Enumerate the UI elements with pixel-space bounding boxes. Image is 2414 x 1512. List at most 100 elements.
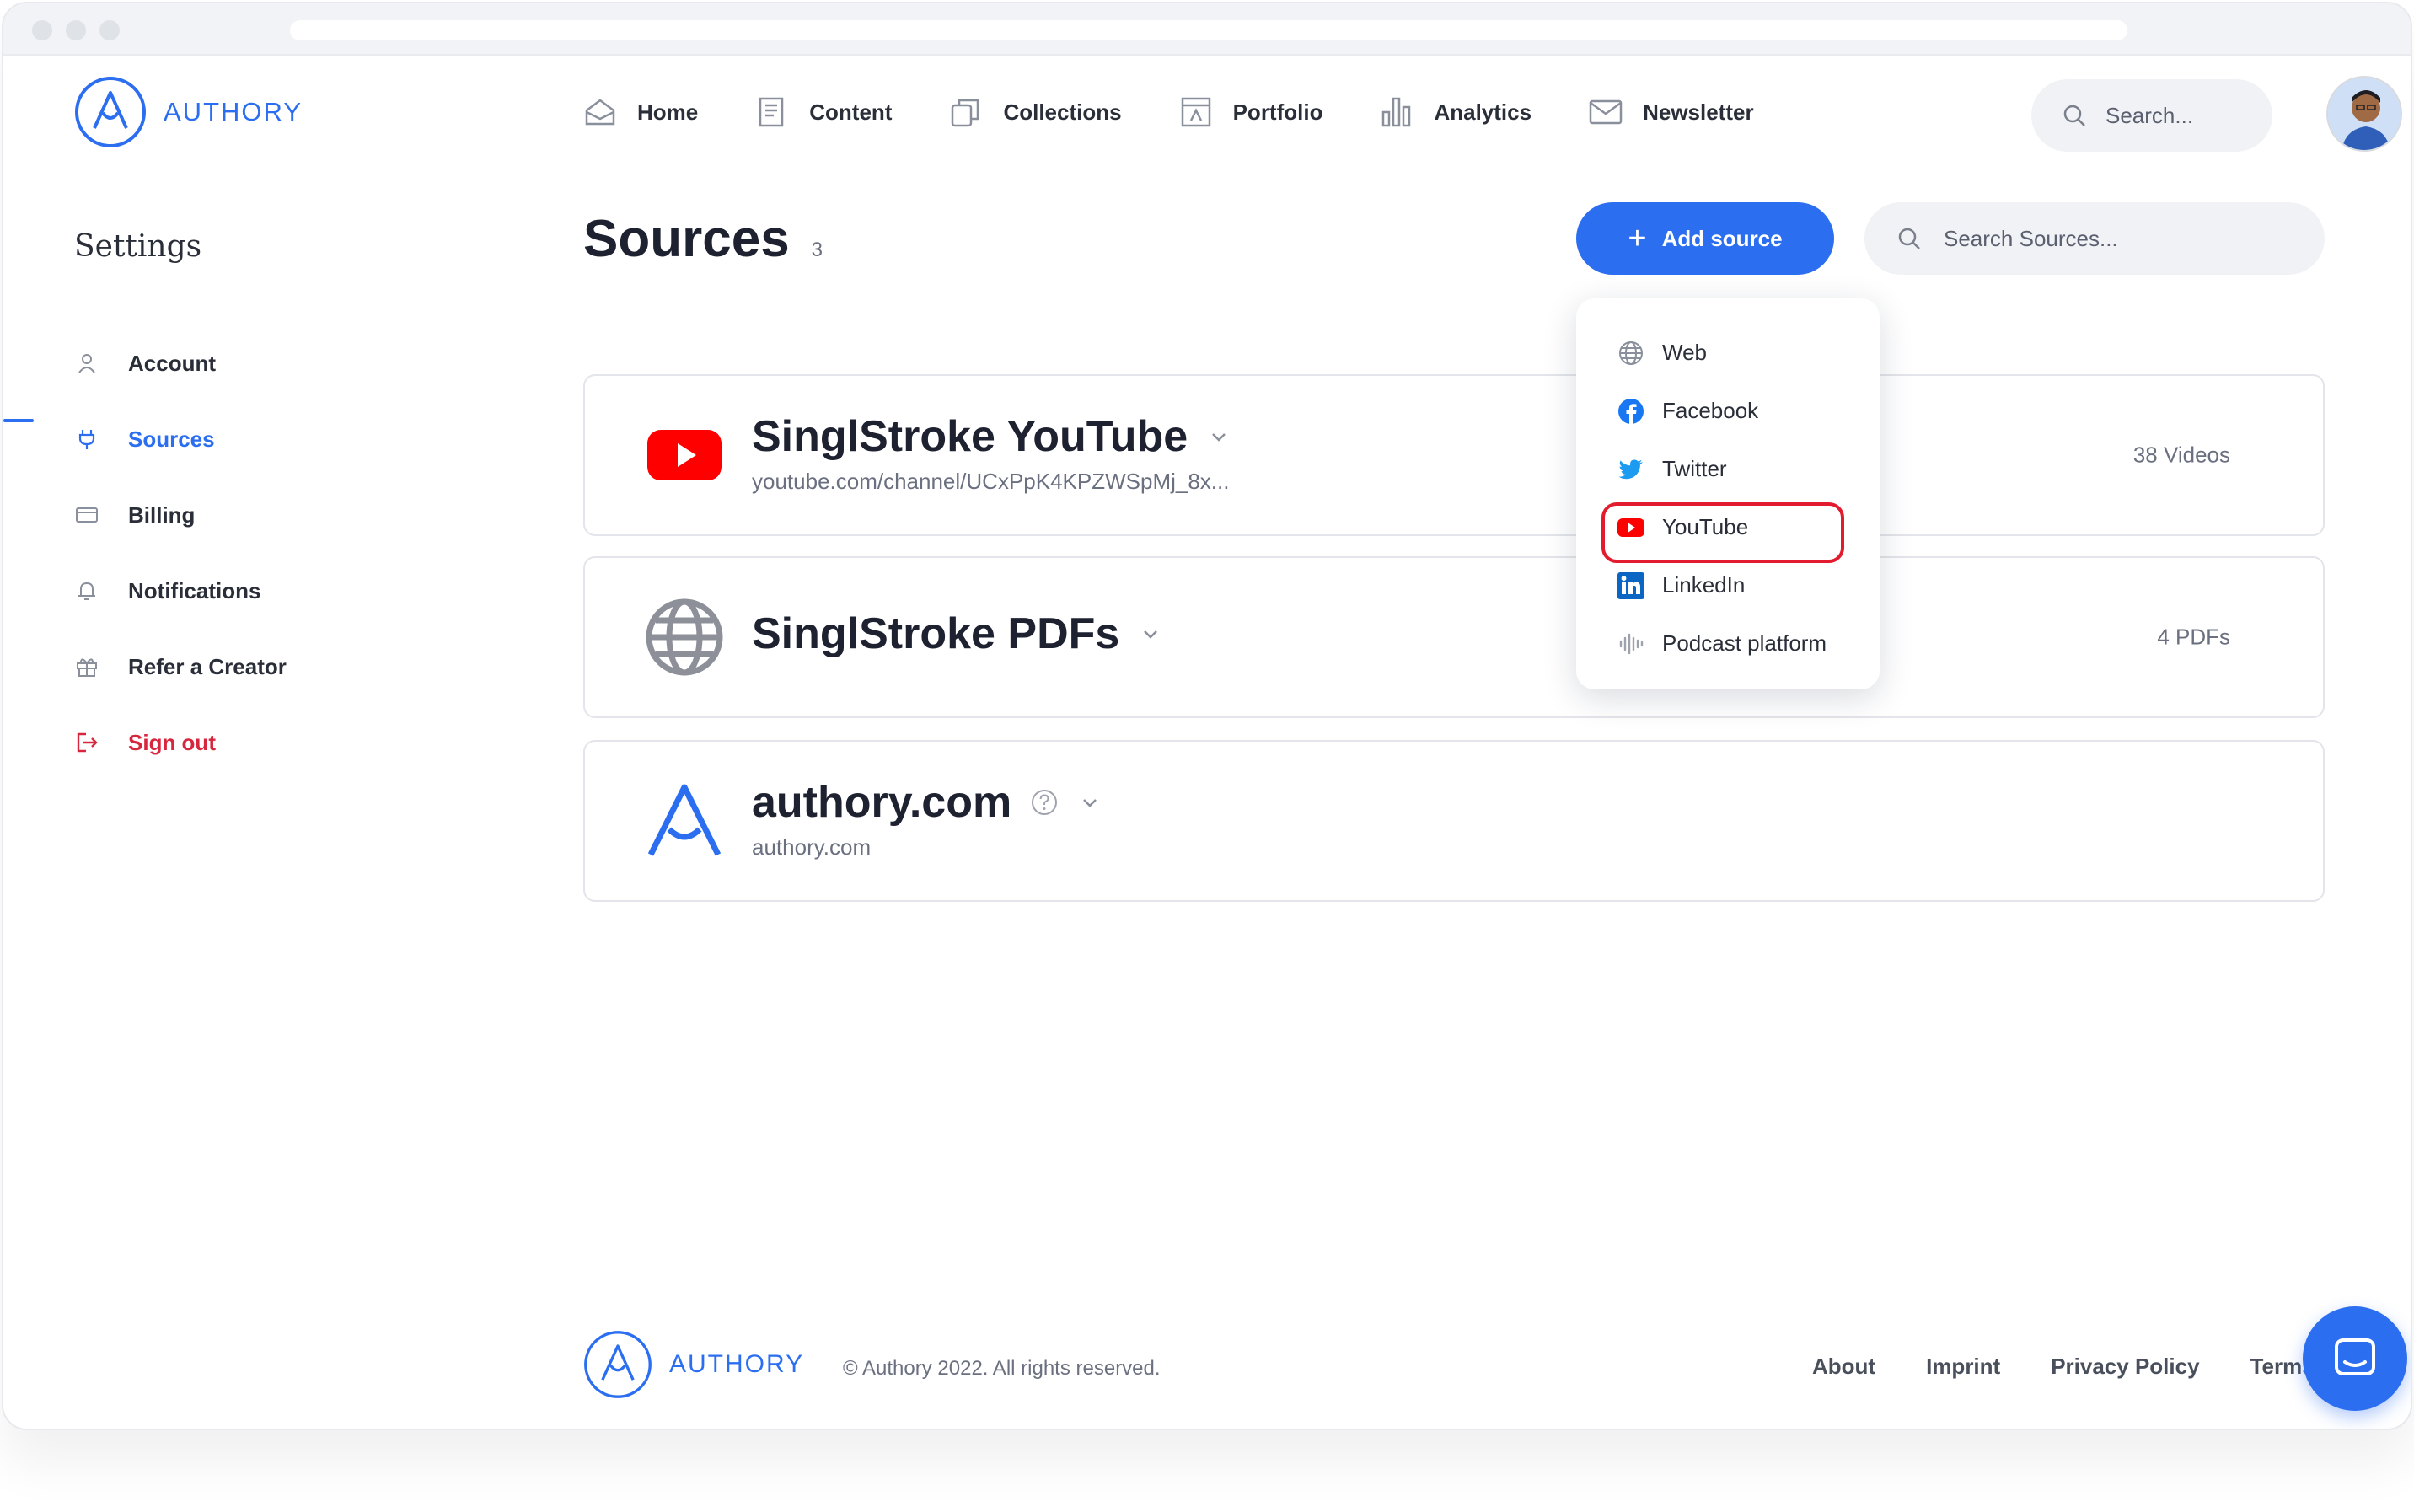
dropdown-item-youtube[interactable]: YouTube [1576,498,1880,563]
newsletter-icon [1589,99,1623,125]
source-url: authory.com [752,834,872,860]
window-minimize-dot[interactable] [66,20,86,40]
plug-icon [78,430,95,449]
address-bar[interactable] [290,20,2127,40]
dropdown-item-facebook[interactable]: Facebook [1576,382,1880,440]
twitter-icon [1618,459,1643,479]
dropdown-item-label: Facebook [1662,398,1759,423]
podcast-icon [1619,633,1644,654]
nav-collections[interactable]: Collections [947,94,1122,131]
footer-brand-name: AUTHORY [669,1350,805,1378]
source-name: SinglStroke PDFs [752,609,1120,658]
brand-name: AUTHORY [164,97,303,126]
page-title-text: Sources [583,210,790,268]
source-url: youtube.com/channel/UCxPpK4KPZWSpMj_8x..… [752,469,1230,494]
help-icon[interactable] [1030,788,1059,817]
window-maximize-dot[interactable] [99,20,120,40]
dropdown-item-web[interactable]: Web [1576,324,1880,382]
settings-sidebar: Account Sources Billing Notifications Re… [74,325,287,780]
nav-portfolio-label: Portfolio [1232,99,1323,125]
nav-analytics-label: Analytics [1434,99,1532,125]
source-name: SinglStroke YouTube [752,412,1188,461]
source-stat: 4 PDFs [2157,624,2230,650]
chevron-down-icon[interactable] [1077,790,1102,815]
sidebar-item-label: Account [128,350,216,376]
sources-count: 3 [811,239,823,261]
credit-card-icon [76,507,98,523]
authory-logo-icon [584,1331,652,1398]
sidebar-item-billing[interactable]: Billing [74,477,287,553]
chat-launcher-button[interactable] [2303,1306,2407,1411]
chevron-down-icon[interactable] [1138,621,1163,646]
sidebar-item-label: Billing [128,501,196,528]
home-icon [585,99,615,126]
global-search-input[interactable] [2106,102,2249,129]
linkedin-icon [1617,571,1644,599]
sidebar-item-label: Sign out [128,729,216,755]
nav-newsletter[interactable]: Newsletter [1587,94,1754,131]
nav-home-label: Home [637,99,699,125]
source-stat: 38 Videos [2132,442,2230,468]
dropdown-item-linkedin[interactable]: LinkedIn [1576,556,1880,614]
authory-logo-icon [75,77,146,147]
gift-icon [77,658,97,677]
active-indicator [3,419,34,422]
sources-search-input[interactable] [1944,225,2298,252]
sources-search[interactable] [1864,202,2325,275]
source-card[interactable]: SinglStroke YouTube youtube.com/channel/… [583,374,2325,536]
plus-icon: + [1628,221,1647,256]
analytics-icon [1382,97,1411,127]
sidebar-item-label: Notifications [128,577,261,603]
add-source-label: Add source [1661,225,1783,251]
browser-window: AUTHORY Home Content Collections Portfol… [2,2,2412,1430]
source-name-row: SinglStroke YouTube [752,411,1231,462]
search-icon [1898,228,1920,249]
brand-logo[interactable]: AUTHORY [72,74,303,150]
sidebar-item-account[interactable]: Account [74,325,287,401]
globe-icon [1619,340,1643,365]
dropdown-item-label: YouTube [1662,514,1749,539]
sidebar-item-refer[interactable]: Refer a Creator [74,629,287,705]
footer-link-privacy[interactable]: Privacy Policy [2051,1354,2199,1380]
nav-collections-label: Collections [1003,99,1122,125]
add-source-dropdown: Web Facebook Twitter YouTube LinkedIn Po… [1576,298,1880,689]
portfolio-icon [1181,97,1210,127]
nav-home[interactable]: Home [582,94,698,131]
source-card[interactable]: SinglStroke PDFs 4 PDFs [583,556,2325,718]
footer-link-about[interactable]: About [1812,1354,1875,1380]
dropdown-item-podcast[interactable]: Podcast platform [1576,614,1880,673]
footer-brand[interactable]: AUTHORY [582,1328,804,1401]
source-name-row: SinglStroke PDFs [752,609,1163,659]
page-title: Sources 3 [583,209,823,269]
add-source-button[interactable]: + Add source [1576,202,1834,275]
nav-analytics[interactable]: Analytics [1378,94,1532,131]
bell-icon [78,582,95,600]
browser-titlebar [3,3,2411,56]
source-card[interactable]: authory.com authory.com [583,740,2325,902]
avatar[interactable] [2326,76,2402,152]
nav-content-label: Content [809,99,893,125]
collections-icon [952,99,979,127]
content-icon [759,97,784,127]
youtube-icon [644,415,725,496]
footer-link-imprint[interactable]: Imprint [1926,1354,2000,1380]
nav-portfolio[interactable]: Portfolio [1177,94,1323,131]
sidebar-item-label: Refer a Creator [128,653,287,679]
chevron-down-icon[interactable] [1206,424,1231,449]
authory-logo-icon [644,780,725,861]
window-close-dot[interactable] [32,20,52,40]
sidebar-item-label: Sources [128,426,215,452]
global-search[interactable] [2031,79,2272,152]
sidebar-item-notifications[interactable]: Notifications [74,553,287,629]
sign-out-icon [77,732,98,753]
youtube-icon [1617,517,1644,537]
dropdown-item-label: Web [1662,340,1707,365]
sidebar-item-sources[interactable]: Sources [74,401,287,477]
nav-content[interactable]: Content [754,94,892,131]
user-avatar-image [2328,78,2401,150]
chat-icon [2335,1338,2375,1375]
nav-newsletter-label: Newsletter [1643,99,1754,125]
top-nav: Home Content Collections Portfolio Analy… [582,91,1754,133]
sidebar-item-sign-out[interactable]: Sign out [74,705,287,780]
dropdown-item-twitter[interactable]: Twitter [1576,440,1880,498]
